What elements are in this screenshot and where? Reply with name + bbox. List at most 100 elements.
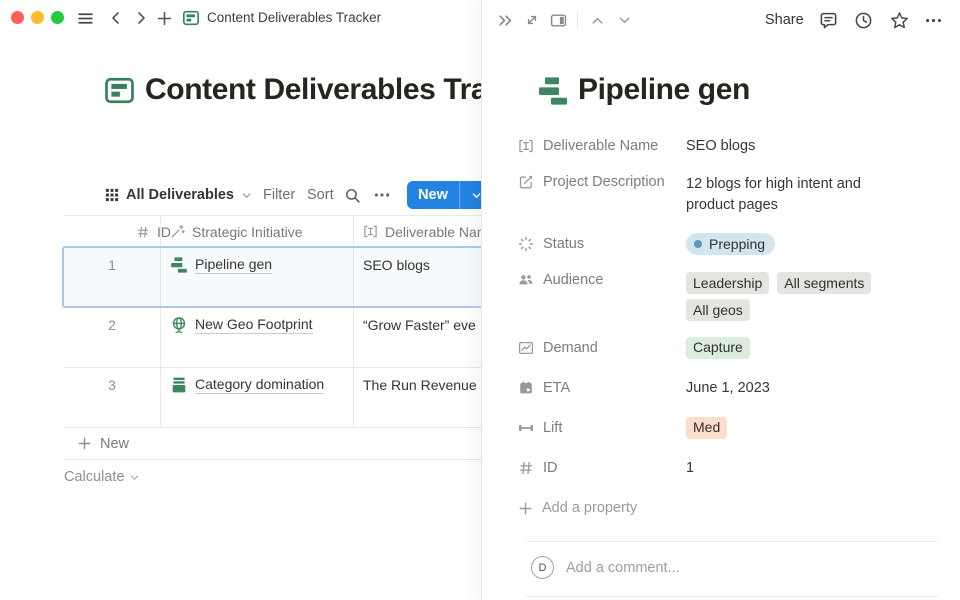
property-row-deliverable-name[interactable]: Deliverable Name SEO blogs (518, 126, 938, 166)
property-value[interactable]: June 1, 2023 (686, 378, 770, 399)
expand-page-icon[interactable] (521, 9, 543, 31)
property-label[interactable]: Demand (518, 340, 686, 356)
zoom-window-button[interactable] (51, 11, 64, 24)
avatar: D (531, 556, 554, 579)
property-value[interactable]: Capture (686, 337, 750, 360)
favorite-star-icon[interactable] (888, 9, 910, 31)
audience-tag[interactable]: All segments (777, 272, 871, 294)
property-list: Deliverable Name SEO blogs Project Descr… (518, 126, 938, 528)
pipeline-icon[interactable] (537, 75, 569, 107)
globe-icon (170, 316, 188, 334)
status-icon (518, 236, 534, 252)
previous-record-icon[interactable] (586, 9, 608, 31)
cell-id[interactable]: 3 (64, 377, 160, 393)
property-label[interactable]: Status (518, 236, 686, 252)
app-window: Content Deliverables Tracker Content Del… (0, 0, 960, 600)
property-value[interactable]: Med (686, 417, 727, 440)
property-row-audience[interactable]: Audience Leadership All segments All geo… (518, 264, 938, 328)
add-property-label: Add a property (518, 500, 686, 516)
property-value[interactable]: Prepping (686, 233, 775, 255)
page-title[interactable]: Content Deliverables Tracker (145, 73, 481, 107)
cell-deliverable-name[interactable]: The Run Revenue S (363, 377, 481, 393)
new-button-label: New (407, 187, 459, 203)
property-value[interactable]: Leadership All segments All geos (686, 264, 896, 321)
property-row-id[interactable]: ID 1 (518, 448, 938, 488)
history-icon[interactable] (852, 9, 874, 31)
page-more-icon[interactable] (922, 9, 944, 31)
cell-id[interactable]: 1 (64, 257, 160, 273)
property-row-project-description[interactable]: Project Description 12 blogs for high in… (518, 166, 938, 224)
sidebar-toggle-icon[interactable] (77, 10, 94, 27)
property-label[interactable]: ID (518, 460, 686, 476)
property-value[interactable]: 1 (686, 458, 694, 479)
close-peek-icon[interactable] (494, 9, 516, 31)
database-icon[interactable] (104, 75, 135, 106)
back-icon[interactable] (108, 10, 124, 26)
lift-tag[interactable]: Med (686, 417, 727, 439)
more-options-icon[interactable] (373, 181, 391, 209)
hash-icon (518, 460, 534, 476)
cell-strategic-initiative[interactable]: New Geo Footprint (170, 316, 313, 334)
new-button-dropdown[interactable] (460, 190, 481, 201)
audience-tag[interactable]: All geos (686, 299, 750, 321)
page-link[interactable]: Pipeline gen (195, 256, 272, 274)
cell-strategic-initiative[interactable]: Pipeline gen (170, 256, 272, 274)
property-label[interactable]: ETA (518, 380, 686, 396)
database-icon (182, 9, 200, 27)
minimize-window-button[interactable] (31, 11, 44, 24)
new-tab-icon[interactable] (156, 10, 173, 27)
property-value[interactable]: SEO blogs (686, 136, 755, 157)
audience-tag[interactable]: Leadership (686, 272, 769, 294)
comment-input[interactable]: Add a comment... (566, 560, 680, 576)
header-divider (577, 12, 578, 28)
plus-icon (518, 501, 533, 516)
status-pill[interactable]: Prepping (686, 233, 775, 255)
comments-icon[interactable] (817, 9, 839, 31)
people-icon (518, 272, 534, 288)
column-header-id[interactable]: ID (136, 216, 171, 247)
comment-divider (526, 541, 938, 542)
demand-tag[interactable]: Capture (686, 337, 750, 359)
view-tab-all-deliverables[interactable]: All Deliverables (105, 181, 252, 209)
property-row-demand[interactable]: Demand Capture (518, 328, 938, 368)
side-peek-mode-icon[interactable] (547, 9, 569, 31)
cell-deliverable-name[interactable]: SEO blogs (363, 257, 430, 273)
cell-deliverable-name[interactable]: “Grow Faster” eve (363, 317, 476, 333)
chevron-down-icon (129, 472, 140, 483)
edit-icon (518, 174, 534, 190)
grid-view-icon (105, 188, 119, 202)
table-border (64, 367, 481, 368)
search-icon[interactable] (344, 181, 361, 209)
status-dot (694, 240, 702, 248)
sort-button[interactable]: Sort (307, 181, 334, 209)
page-link[interactable]: New Geo Footprint (195, 316, 313, 334)
property-row-status[interactable]: Status Prepping (518, 224, 938, 264)
new-record-button[interactable]: New (407, 181, 481, 209)
add-row-button[interactable]: New (64, 428, 481, 459)
window-title: Content Deliverables Tracker (207, 10, 381, 25)
cell-id[interactable]: 2 (64, 317, 160, 333)
hash-icon (136, 225, 150, 239)
next-record-icon[interactable] (613, 9, 635, 31)
close-window-button[interactable] (11, 11, 24, 24)
plus-icon (77, 436, 92, 451)
property-row-lift[interactable]: Lift Med (518, 408, 938, 448)
calculate-button[interactable]: Calculate (64, 459, 481, 495)
forward-icon[interactable] (133, 10, 149, 26)
property-label[interactable]: Deliverable Name (518, 138, 686, 154)
property-row-eta[interactable]: ETA June 1, 2023 (518, 368, 938, 408)
column-header-deliverable-name[interactable]: Deliverable Name (363, 216, 481, 247)
property-label[interactable]: Lift (518, 420, 686, 436)
share-button[interactable]: Share (765, 9, 804, 31)
peek-page-title[interactable]: Pipeline gen (578, 73, 750, 107)
filter-button[interactable]: Filter (263, 181, 295, 209)
comment-divider (526, 596, 938, 597)
dumbbell-icon (518, 420, 534, 436)
property-label[interactable]: Project Description (518, 166, 686, 190)
property-value[interactable]: 12 blogs for high intent and product pag… (686, 166, 896, 216)
cell-strategic-initiative[interactable]: Category domination (170, 376, 324, 394)
page-link[interactable]: Category domination (195, 376, 324, 394)
column-header-strategic-initiative[interactable]: Strategic Initiative (170, 216, 303, 247)
add-property-button[interactable]: Add a property (518, 488, 938, 528)
property-label[interactable]: Audience (518, 264, 686, 288)
